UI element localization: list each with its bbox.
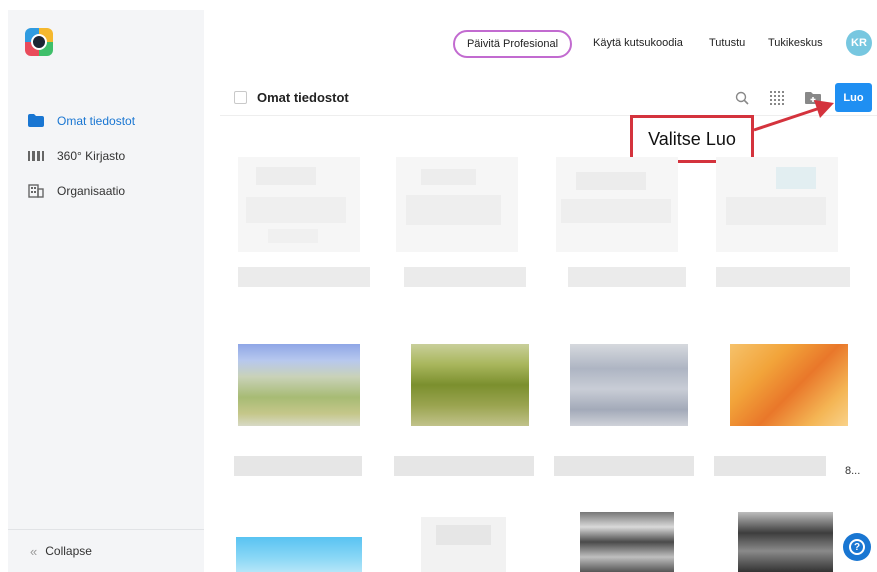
file-name	[234, 456, 362, 476]
file-thumbnail	[730, 344, 848, 426]
app-logo[interactable]	[25, 28, 53, 56]
double-chevron-left-icon: «	[30, 543, 38, 559]
select-all-checkbox[interactable]	[234, 91, 247, 104]
sidebar-item-my-files[interactable]: Omat tiedostot	[8, 103, 204, 138]
help-center-link[interactable]: Tukikeskus	[768, 37, 823, 49]
use-invite-code-link[interactable]: Käytä kutsukoodia	[593, 37, 683, 49]
file-name	[716, 267, 850, 287]
search-button[interactable]	[733, 89, 751, 107]
annotation-arrow	[753, 100, 834, 132]
file-name	[394, 456, 534, 476]
file-thumbnail	[238, 344, 360, 426]
file-thumbnail	[238, 157, 360, 252]
sidebar-item-library[interactable]: 360° Kirjasto	[8, 138, 204, 173]
file-thumbnail	[570, 344, 688, 426]
help-icon: ?	[849, 539, 865, 555]
app-window: Omat tiedostot 360° Kirjasto Organisaati…	[0, 0, 877, 572]
file-thumbnail	[421, 517, 506, 572]
help-button[interactable]: ?	[843, 533, 871, 561]
search-icon	[735, 91, 749, 105]
sidebar-item-label: 360° Kirjasto	[57, 148, 126, 163]
create-button[interactable]: Luo	[835, 83, 872, 112]
sidebar-nav: Omat tiedostot 360° Kirjasto Organisaati…	[8, 103, 204, 208]
file-name	[554, 456, 694, 476]
file-thumbnail	[716, 157, 838, 252]
folder-icon	[28, 114, 44, 128]
file-thumbnail	[580, 512, 674, 572]
file-grid	[228, 132, 877, 572]
file-name	[238, 267, 370, 287]
library-icon	[28, 149, 44, 163]
file-thumbnail	[396, 157, 518, 252]
file-thumbnail	[556, 157, 678, 252]
file-thumbnail	[236, 537, 362, 572]
file-name	[404, 267, 526, 287]
file-thumbnail	[411, 344, 529, 426]
upgrade-button[interactable]: Päivitä Profesional	[453, 30, 572, 58]
sidebar: Omat tiedostot 360° Kirjasto Organisaati…	[8, 10, 204, 572]
sidebar-item-label: Organisaatio	[57, 183, 126, 198]
file-name	[714, 456, 826, 476]
page-title: Omat tiedostot	[257, 90, 349, 105]
sidebar-item-organization[interactable]: Organisaatio	[8, 173, 204, 208]
explore-link[interactable]: Tutustu	[709, 37, 745, 49]
truncated-file-name: 8...	[845, 465, 861, 477]
file-thumbnail	[738, 512, 833, 572]
top-bar: Päivitä Profesional Käytä kutsukoodia Tu…	[204, 0, 877, 86]
collapse-sidebar-button[interactable]: « Collapse	[8, 529, 204, 572]
sidebar-item-label: Omat tiedostot	[57, 113, 136, 128]
file-name	[568, 267, 686, 287]
avatar[interactable]: KR	[846, 30, 872, 56]
building-icon	[28, 183, 44, 198]
collapse-label: Collapse	[45, 544, 92, 558]
